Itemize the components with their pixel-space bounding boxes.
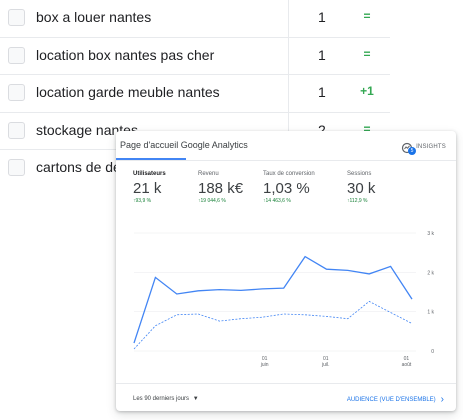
- rank-change: =: [363, 9, 371, 23]
- keyword-label: cartons de de: [36, 159, 121, 175]
- keyword-rank: 1: [318, 84, 326, 100]
- x-tick-label: juin: [260, 362, 269, 368]
- keyword-rank: 1: [318, 9, 326, 25]
- metric-conversion-rate[interactable]: Taux de conversion 1,03 % ↑14 463,6 %: [263, 171, 343, 204]
- metric-value: 1,03 %: [263, 180, 310, 197]
- audience-overview-link[interactable]: AUDIENCE (VUE D'ENSEMBLE) ›: [347, 394, 444, 405]
- rank-change: =: [363, 46, 371, 61]
- divider: [116, 383, 456, 384]
- x-tick-label: juil.: [321, 362, 330, 368]
- metric-name: Taux de conversion: [263, 171, 315, 177]
- keyword-label: location box nantes pas cher: [36, 46, 215, 63]
- metric-delta: ↑112,9 %: [347, 198, 368, 204]
- x-tick-label: août: [402, 362, 412, 368]
- series-line-comparison: [133, 300, 413, 350]
- row-checkbox[interactable]: [8, 121, 25, 139]
- audience-link-label: AUDIENCE (VUE D'ENSEMBLE): [346, 396, 436, 403]
- y-tick-label: 1 k: [427, 310, 434, 316]
- series-line-users: [133, 255, 413, 344]
- metric-delta: ↑14 463,6 %: [263, 198, 291, 204]
- row-checkbox[interactable]: [8, 159, 25, 176]
- insights-count-badge: 5: [408, 147, 417, 155]
- analytics-card: Page d'accueil Google Analytics 5 INSIGH…: [116, 131, 456, 411]
- rank-change: +1: [360, 84, 374, 98]
- row-checkbox[interactable]: [8, 9, 25, 26]
- keyword-rank: 1: [318, 46, 326, 63]
- insights-icon: 5: [401, 141, 417, 155]
- metric-value: 30 k: [347, 180, 376, 197]
- dropdown-arrow-icon: ▼: [192, 396, 199, 402]
- chevron-right-icon: ›: [440, 394, 444, 405]
- divider: [116, 160, 456, 161]
- tab-analytics-home[interactable]: Page d'accueil Google Analytics: [120, 140, 248, 150]
- row-checkbox[interactable]: [8, 46, 25, 64]
- y-tick-label: 3 k: [427, 231, 434, 237]
- y-tick-label: 2 k: [427, 270, 434, 276]
- insights-button[interactable]: 5 INSIGHTS: [401, 141, 446, 155]
- table-row: location box nantes pas cher 1 =: [0, 38, 390, 75]
- metric-sessions[interactable]: Sessions 30 k ↑112,9 %: [347, 171, 427, 204]
- keyword-label: box a louer nantes: [36, 9, 152, 25]
- table-row: location garde meuble nantes 1 +1: [0, 75, 390, 113]
- row-checkbox[interactable]: [8, 84, 25, 101]
- date-range-label: Les 90 derniers jours: [133, 396, 190, 402]
- table-row: box a louer nantes 1 =: [0, 0, 390, 38]
- y-tick-label: 0: [431, 349, 434, 355]
- line-chart: 01 k2 k3 k01juin01juil.01août: [133, 231, 434, 368]
- metric-name: Sessions: [347, 171, 372, 177]
- date-range-selector[interactable]: Les 90 derniers jours ▼: [133, 396, 199, 402]
- keyword-label: location garde meuble nantes: [36, 84, 220, 100]
- insights-label: INSIGHTS: [416, 144, 446, 150]
